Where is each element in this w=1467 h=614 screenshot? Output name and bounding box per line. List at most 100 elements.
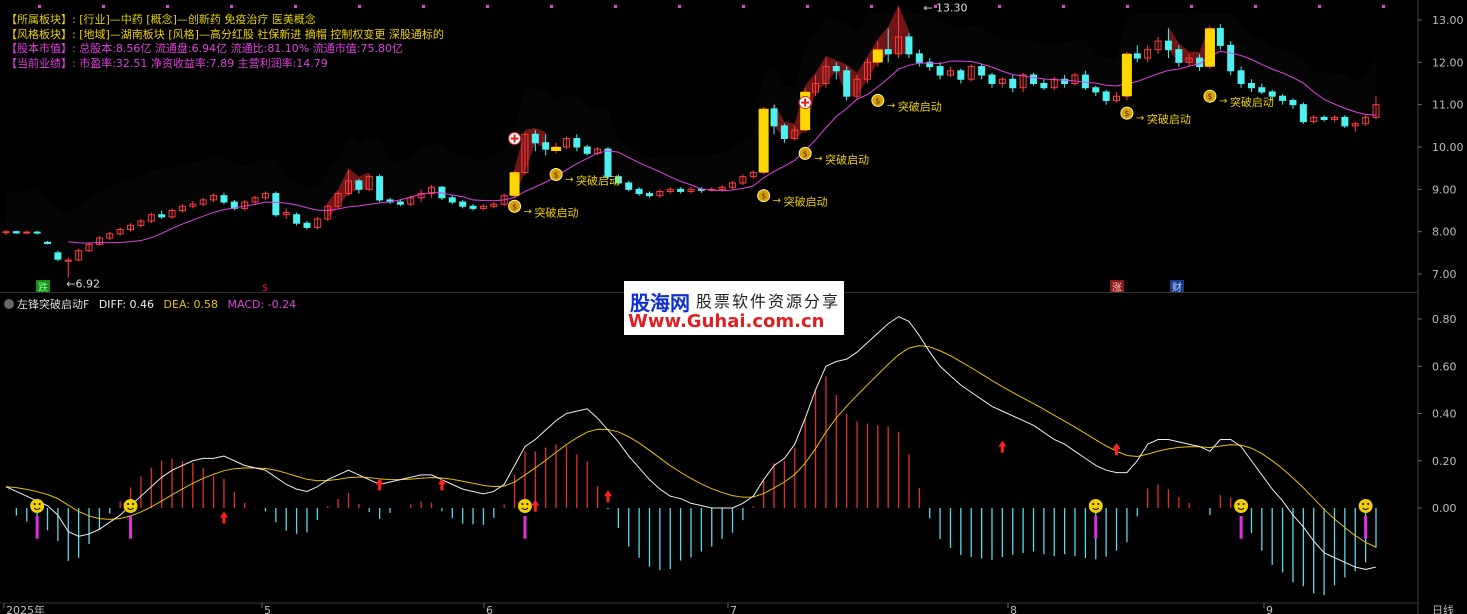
candle-body: [1289, 99, 1297, 106]
candle-body: [1030, 74, 1037, 84]
signal-arrow: →: [1219, 96, 1227, 107]
candle-body: [780, 125, 788, 140]
candle-body: [1081, 74, 1089, 89]
low-label: ←6.92: [66, 277, 100, 290]
smiley-icon: [1234, 499, 1249, 513]
signal-bar: [872, 49, 883, 63]
candle-body: [1247, 83, 1255, 89]
breakout-label: 突破启动: [898, 99, 942, 113]
smiley-icon: [30, 499, 45, 513]
breakout-label: 突破启动: [1230, 95, 1274, 109]
candle-body: [625, 182, 633, 190]
breakout-label: 突破启动: [1147, 112, 1191, 126]
smiley-icon: [1358, 499, 1373, 513]
top-marker: [1062, 5, 1065, 8]
candle-body: [1102, 91, 1110, 101]
top-marker: [102, 5, 105, 8]
candle-body: [1299, 104, 1307, 123]
red-arrow-icon: [998, 440, 1007, 453]
top-marker: [38, 5, 41, 8]
signal-bar: [509, 172, 520, 196]
candle-body: [376, 176, 384, 201]
time-tick-label: 7: [730, 604, 737, 614]
signal-arrow: →: [1136, 113, 1144, 124]
candle-body: [1216, 27, 1224, 46]
high-label: ← 13.30: [923, 1, 967, 14]
red-arrow-icon: [219, 511, 228, 524]
candle-body: [635, 188, 643, 195]
top-marker: [1318, 5, 1321, 8]
macd-tick-label: 0.00: [1432, 502, 1457, 515]
macd-tick-label: 0.80: [1432, 313, 1457, 326]
top-marker: [614, 5, 617, 8]
money-bag-symbol: $: [875, 96, 880, 105]
candle-body: [33, 231, 41, 234]
candle-body: [988, 74, 996, 84]
smiley-eye: [526, 503, 529, 505]
top-marker: [870, 5, 873, 8]
smiley-eye: [132, 503, 135, 505]
info-row-capital: 【股本市值】: 总股本:8.56亿 流通盘:6.94亿 流通比:81.10% 流…: [6, 42, 444, 57]
top-marker: [678, 5, 681, 8]
stock-info-panel: 【所属板块】: [行业]—中药 [概念]—创新药 免疫治疗 医美概念 【风格板块…: [6, 13, 444, 71]
candle-body: [573, 138, 581, 148]
smiley-eye: [127, 503, 130, 505]
indicator-name[interactable]: 左锋突破启动F: [17, 298, 89, 311]
time-tick-label: 8: [1010, 604, 1017, 614]
top-marker: [486, 5, 489, 8]
candle-body: [915, 53, 923, 63]
top-marker: [806, 5, 809, 8]
smiley-eye: [1367, 503, 1370, 505]
candle-body: [303, 222, 311, 228]
breakout-label: 突破启动: [825, 152, 869, 166]
macd-tick-label: 0.20: [1432, 455, 1457, 468]
price-tick-label: 10.00: [1432, 141, 1464, 154]
top-marker: [358, 5, 361, 8]
candle-body: [770, 108, 778, 127]
breakout-label: 突破启动: [535, 205, 579, 219]
candle-body: [54, 252, 62, 260]
candle-body: [604, 148, 612, 178]
indicator-diff-value: DIFF: 0.46: [98, 298, 155, 311]
info-key: 【所属板块】:: [6, 13, 76, 26]
indicator-header: 左锋突破启动F DIFF: 0.46 DEA: 0.58 MACD: -0.24: [4, 296, 296, 312]
indicator-dea-value: DEA: 0.58: [163, 298, 218, 311]
candle-body: [645, 193, 653, 197]
price-tick-label: 13.00: [1432, 14, 1464, 27]
watermark-url: Www.Guhai.com.cn: [628, 311, 825, 332]
signal-bar: [1121, 53, 1132, 97]
candle-body: [936, 66, 944, 76]
money-bag-symbol: $: [761, 192, 766, 201]
candle-body: [531, 133, 539, 144]
candle-body: [220, 195, 228, 203]
candle-body: [583, 146, 591, 154]
info-key: 【股本市值】:: [6, 42, 76, 55]
money-bag-symbol: $: [554, 171, 559, 180]
top-marker: [742, 5, 745, 8]
signal-arrow: →: [814, 153, 822, 164]
money-bag-symbol: $: [1124, 109, 1129, 118]
candle-body: [1164, 40, 1172, 51]
red-arrow-icon: [375, 478, 384, 491]
period-label: 日线: [1432, 603, 1454, 614]
candle-body: [272, 193, 280, 216]
smiley-icon: [517, 499, 532, 513]
signal-arrow: →: [565, 175, 573, 186]
info-value: [地域]—湖南板块 [风格]—高分红股 社保新进 摘帽 控制权变更 深股通标的: [79, 27, 444, 41]
indicator-macd-value: MACD: -0.24: [227, 298, 297, 311]
indicator-menu-icon[interactable]: [4, 299, 14, 309]
time-tick-label: 6: [486, 604, 493, 614]
candle-body: [1227, 44, 1235, 72]
candle-body: [1092, 87, 1100, 93]
signal-bar: [551, 147, 562, 151]
smiley-icon: [1088, 499, 1103, 513]
macd-tick-label: 0.40: [1432, 408, 1457, 421]
price-tick-label: 11.00: [1432, 99, 1464, 112]
candle-body: [978, 66, 986, 76]
info-value: 市盈率:32.51 净资收益率:7.89 主营利润率:14.79: [79, 56, 328, 70]
candle-body: [1258, 87, 1266, 93]
info-key: 【当前业绩】:: [6, 56, 76, 70]
smiley-eye: [33, 503, 36, 505]
candle-body: [396, 201, 404, 205]
smiley-eye: [38, 503, 41, 505]
